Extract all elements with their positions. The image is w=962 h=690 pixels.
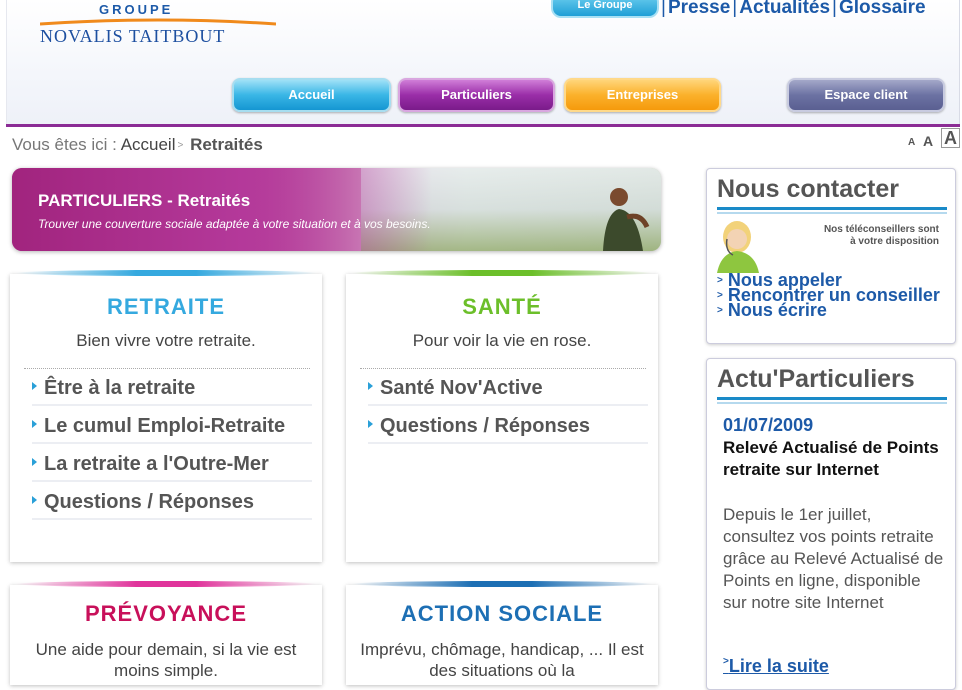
prevoyance-card: PRÉVOYANCE Une aide pour demain, si la v… <box>10 581 322 685</box>
card-subtitle: Une aide pour demain, si la vie est moin… <box>35 640 297 680</box>
top-link-separator: | <box>661 0 666 18</box>
glossaire-link[interactable]: Glossaire <box>839 0 926 18</box>
breadcrumb: Vous êtes ici : Accueil > Retraités <box>12 135 263 155</box>
card-accent-bar <box>16 581 316 587</box>
card-link[interactable]: Le cumul Emploi-Retraite <box>32 410 312 444</box>
nav-entreprises-button[interactable]: Entreprises <box>564 78 721 112</box>
logo-swoosh-icon <box>40 18 276 26</box>
news-body: Depuis le 1er juillet, consultez vos poi… <box>723 504 945 614</box>
news-date: 01/07/2009 <box>723 415 814 435</box>
card-title: PRÉVOYANCE <box>84 601 247 626</box>
actualites-link[interactable]: Actualités <box>739 0 830 18</box>
card-link-label: Questions / Réponses <box>44 491 255 513</box>
font-size-medium-button[interactable]: A <box>923 133 933 149</box>
breadcrumb-prefix: Vous êtes ici : <box>12 135 117 154</box>
arrow-bullet-icon <box>368 420 373 428</box>
card-link-list: Santé Nov'Active Questions / Réponses <box>368 372 648 448</box>
card-link[interactable]: Questions / Réponses <box>32 486 312 520</box>
banner-subtitle: Trouver une couverture sociale adaptée à… <box>38 217 431 231</box>
card-link-label: Questions / Réponses <box>380 415 591 437</box>
card-subtitle: Pour voir la vie en rose. <box>412 331 592 350</box>
read-more-label: Lire la suite <box>728 656 829 676</box>
card-link-label: Le cumul Emploi-Retraite <box>44 415 286 437</box>
card-title: ACTION SOCIALE <box>400 601 604 626</box>
card-link[interactable]: Être à la retraite <box>32 372 312 406</box>
title-underline <box>717 402 947 404</box>
arrow-bullet-icon <box>368 382 373 390</box>
top-link-separator: | <box>832 0 837 18</box>
nav-accueil-button[interactable]: Accueil <box>232 78 391 112</box>
card-link[interactable]: Questions / Réponses <box>368 410 648 444</box>
card-title: RETRAITE <box>107 294 225 319</box>
card-subtitle: Imprévu, chômage, handicap, ... Il est d… <box>360 640 644 680</box>
top-links: | Presse | Actualités | Glossaire <box>659 0 926 19</box>
nav-particuliers-button[interactable]: Particuliers <box>398 78 555 112</box>
title-underline <box>717 207 947 210</box>
news-headline[interactable]: Relevé Actualisé de Points retraite sur … <box>723 437 945 481</box>
arrow-bullet-icon: > <box>717 275 723 286</box>
header-divider <box>6 124 960 127</box>
logo-name[interactable]: NOVALIS TAITBOUT <box>40 26 225 47</box>
arrow-bullet-icon <box>32 458 37 466</box>
breadcrumb-home-link[interactable]: Accueil <box>121 135 176 154</box>
actu-box: Actu'Particuliers 01/07/2009 Relevé Actu… <box>706 358 956 690</box>
arrow-bullet-icon <box>32 496 37 504</box>
card-accent-bar <box>352 581 652 587</box>
arrow-bullet-icon: > <box>717 290 723 301</box>
card-accent-bar <box>16 270 316 276</box>
advisor-illustration <box>717 221 759 273</box>
write-us-link[interactable]: > Nous écrire <box>717 300 947 320</box>
contact-box: Nous contacter Nos téléconseillers sont … <box>706 168 956 344</box>
page-banner: PARTICULIERS - Retraités Trouver une cou… <box>12 168 661 251</box>
card-divider <box>24 368 310 369</box>
title-underline <box>717 212 947 214</box>
font-size-large-button[interactable]: A <box>941 128 960 148</box>
logo-groupe-text: GROUPE <box>99 2 174 17</box>
font-size-small-button[interactable]: A <box>908 137 915 148</box>
nav-espace-client-button[interactable]: Espace client <box>787 78 945 112</box>
arrow-bullet-icon <box>32 420 37 428</box>
retraite-card: RETRAITE Bien vivre votre retraite. Être… <box>10 270 322 562</box>
card-divider <box>360 368 646 369</box>
top-link-separator: | <box>732 0 738 18</box>
actu-title: Actu'Particuliers <box>717 365 915 393</box>
le-groupe-tab[interactable]: Le Groupe <box>551 0 659 18</box>
contact-note: Nos téléconseillers sont à votre disposi… <box>823 224 939 247</box>
breadcrumb-arrow-icon: > <box>177 140 184 152</box>
contact-link-list: > Nous appeler > Rencontrer un conseille… <box>717 271 947 320</box>
card-link-label: Santé Nov'Active <box>380 377 543 399</box>
card-subtitle: Bien vivre votre retraite. <box>76 331 256 350</box>
card-link-list: Être à la retraite Le cumul Emploi-Retra… <box>32 372 312 524</box>
arrow-bullet-icon: > <box>717 305 723 316</box>
contact-title: Nous contacter <box>717 175 899 203</box>
title-underline <box>717 397 947 400</box>
contact-link-label: Nous écrire <box>727 300 827 320</box>
presse-link[interactable]: Presse <box>668 0 730 18</box>
card-link[interactable]: La retraite a l'Outre-Mer <box>32 448 312 482</box>
action-sociale-card: ACTION SOCIALE Imprévu, chômage, handica… <box>346 581 658 685</box>
sante-card: SANTÉ Pour voir la vie en rose. Santé No… <box>346 270 658 562</box>
breadcrumb-current: Retraités <box>190 135 263 154</box>
banner-title: PARTICULIERS - Retraités <box>38 191 251 210</box>
read-more-link[interactable]: >Lire la suite <box>723 656 829 677</box>
arrow-bullet-icon <box>32 382 37 390</box>
card-link-label: La retraite a l'Outre-Mer <box>44 453 269 475</box>
card-accent-bar <box>352 270 652 276</box>
card-title: SANTÉ <box>462 294 542 319</box>
card-link-label: Être à la retraite <box>44 377 196 399</box>
card-link[interactable]: Santé Nov'Active <box>368 372 648 406</box>
banner-person-illustration <box>603 188 650 251</box>
site-header: GROUPE NOVALIS TAITBOUT Le Groupe | Press… <box>6 0 960 124</box>
